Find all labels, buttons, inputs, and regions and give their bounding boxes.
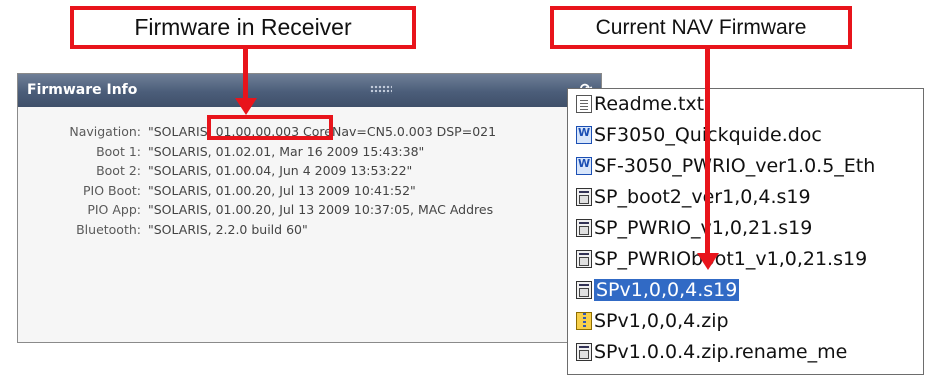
file-name: SP_PWRIOboot1_v1,0,21.s19 [594,248,868,270]
file-item[interactable]: SP_PWRIOboot1_v1,0,21.s19 [576,246,867,272]
file-name: SPv1,0,0,4.s19 [594,279,740,301]
arrow-receiver-head [235,98,257,115]
info-label: PIO Boot: [82,182,141,198]
file-item[interactable]: Readme.txt [576,91,704,117]
version-highlight-box [207,115,333,140]
file-name: SPv1.0.0.4.zip.rename_me [594,341,848,363]
info-row-bluetooth: Bluetooth: "SOLARIS, 2.2.0 build 60" [18,222,601,242]
arrow-receiver-shaft [243,49,248,99]
info-value: "SOLARIS, 01.00.20, Jul 13 2009 10:37:05… [148,202,494,217]
file-item[interactable]: SF-3050_PWRIO_ver1.0.5_Eth [576,153,875,179]
drag-grip-icon[interactable] [370,85,392,94]
info-row-boot1: Boot 1: "SOLARIS, 01.02.01, Mar 16 2009 … [18,144,601,164]
arrow-nav-shaft [705,49,710,254]
zip-file-icon [576,312,592,330]
file-item[interactable]: SPv1,0,0,4.zip [576,308,729,334]
file-name: SP_PWRIO_v1,0,21.s19 [594,217,813,239]
file-item[interactable]: SF3050_Quickquide.doc [576,122,822,148]
firmware-info-panel: Firmware Info ⟳ Navigation: "SOLARIS, 01… [17,73,602,343]
info-label: Navigation: [69,124,141,139]
s19-file-icon [576,219,592,237]
info-value: "SOLARIS, 01.00.20, Jul 13 2009 10:41:52… [148,182,416,198]
info-value: "SOLARIS, 01.00.04, Jun 4 2009 13:53:22" [148,163,413,178]
text-file-icon [576,95,592,113]
file-name: SP_boot2_ver1,0,4.s19 [594,186,811,208]
info-label: Boot 2: [96,163,141,178]
callout-firmware-in-receiver-label: Firmware in Receiver [134,14,352,40]
s19-file-icon [576,281,592,299]
panel-title: Firmware Info [27,82,138,98]
file-name: SF-3050_PWRIO_ver1.0.5_Eth [594,155,876,177]
s19-file-icon [576,343,592,361]
file-item-selected[interactable]: SPv1,0,0,4.s19 [576,277,740,303]
file-item[interactable]: SPv1.0.0.4.zip.rename_me [576,339,847,365]
callout-current-nav-firmware-label: Current NAV Firmware [595,15,807,39]
firmware-info-table: Navigation: "SOLARIS, 01.00.00.003 CoreN… [18,124,601,241]
s19-file-icon [576,250,592,268]
panel-header: Firmware Info ⟳ [18,74,601,107]
info-row-boot2: Boot 2: "SOLARIS, 01.00.04, Jun 4 2009 1… [18,163,601,183]
info-row-pio-boot: PIO Boot: "SOLARIS, 01.00.20, Jul 13 200… [18,183,601,203]
info-label: PIO App: [87,202,141,217]
callout-firmware-in-receiver: Firmware in Receiver [70,6,416,49]
word-document-icon [576,157,592,175]
s19-file-icon [576,188,592,206]
file-item[interactable]: SP_boot2_ver1,0,4.s19 [576,184,811,210]
arrow-nav-head [697,253,719,270]
info-row-pio-app: PIO App: "SOLARIS, 01.00.20, Jul 13 2009… [18,202,601,222]
file-item[interactable]: SP_PWRIO_v1,0,21.s19 [576,215,812,241]
info-value: "SOLARIS, 2.2.0 build 60" [148,221,308,237]
word-document-icon [576,126,592,144]
callout-current-nav-firmware: Current NAV Firmware [550,6,852,49]
info-label: Boot 1: [96,143,141,159]
info-label: Bluetooth: [76,221,141,237]
file-name: Readme.txt [594,93,705,115]
file-list-panel: Readme.txt SF3050_Quickquide.doc SF-3050… [567,88,924,375]
info-value: "SOLARIS, 01.02.01, Mar 16 2009 15:43:38… [148,143,425,159]
file-name: SPv1,0,0,4.zip [594,310,729,332]
